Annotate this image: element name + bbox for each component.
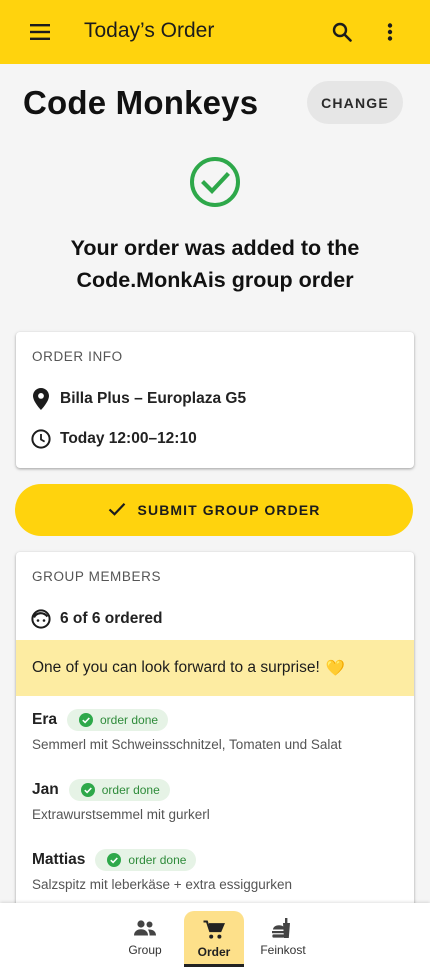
member-name: Era [32, 711, 57, 728]
group-members-card: GROUP MEMBERS 6 of 6 ordered One of you … [16, 552, 414, 922]
check-icon [108, 502, 126, 519]
submit-label: SUBMIT GROUP ORDER [137, 502, 321, 518]
status-badge: order done [68, 779, 170, 801]
member-order: Semmerl mit Schweinsschnitzel, Tomaten u… [32, 737, 342, 752]
check-circle-icon [107, 853, 122, 867]
nav-label: Order [197, 945, 231, 959]
status-label: order done [128, 853, 187, 867]
menu-icon[interactable] [22, 20, 58, 44]
location-row: Billa Plus – Europlaza G5 [30, 388, 246, 410]
member-item[interactable]: Era order done Semmerl mit Schweinsschni… [32, 708, 402, 752]
check-circle-icon [80, 783, 95, 797]
order-info-card: ORDER INFO Billa Plus – Europlaza G5 Tod… [16, 332, 414, 468]
member-item[interactable]: Jan order done Extrawurstsemmel mit gurk… [32, 778, 402, 822]
app-bar: Today’s Order [0, 0, 430, 64]
status-label: order done [101, 783, 160, 797]
group-name: Code Monkeys [23, 84, 259, 121]
member-order: Extrawurstsemmel mit gurkerl [32, 807, 210, 822]
order-count-text: 6 of 6 ordered [60, 610, 163, 627]
nav-item-group[interactable]: Group [115, 903, 175, 967]
group-icon [133, 917, 157, 939]
page-title: Today’s Order [84, 19, 215, 42]
nav-label: Feinkost [260, 943, 306, 957]
time-row: Today 12:00–12:10 [30, 428, 197, 450]
check-circle-icon [79, 713, 93, 727]
status-badge: order done [67, 709, 169, 731]
time-text: Today 12:00–12:10 [60, 430, 197, 447]
food-icon [271, 917, 295, 939]
surprise-text: One of you can look forward to a surpris… [32, 659, 320, 676]
nav-item-feinkost[interactable]: Feinkost [253, 903, 313, 967]
group-members-header: GROUP MEMBERS [32, 569, 162, 584]
check-circle-icon [189, 156, 241, 208]
location-text: Billa Plus – Europlaza G5 [60, 390, 247, 407]
yellow-heart-icon: 💛 [325, 659, 346, 677]
search-icon[interactable] [328, 18, 356, 46]
order-count-row: 6 of 6 ordered [30, 608, 163, 630]
member-name: Jan [32, 781, 59, 798]
status-label: order done [100, 713, 159, 727]
order-info-header: ORDER INFO [32, 349, 123, 364]
location-pin-icon [30, 388, 52, 410]
cart-icon [203, 919, 225, 941]
bottom-navigation: Group Order Feinkost [0, 903, 430, 967]
member-name: Mattias [32, 851, 86, 868]
surprise-banner: One of you can look forward to a surpris… [16, 640, 414, 696]
member-item[interactable]: Mattias order done Salzspitz mit leberkä… [32, 848, 402, 892]
member-order: Salzspitz mit leberkäse + extra essiggur… [32, 877, 292, 892]
more-vert-icon[interactable] [378, 18, 402, 46]
success-message: Your order was added to the Code.MonkAis… [70, 236, 360, 292]
nav-label: Group [128, 943, 162, 957]
clock-icon [30, 428, 52, 450]
nav-item-order[interactable]: Order [184, 911, 244, 967]
change-group-button[interactable]: CHANGE [307, 81, 403, 124]
face-icon [30, 608, 52, 630]
status-badge: order done [95, 849, 197, 871]
submit-group-order-button[interactable]: SUBMIT GROUP ORDER [15, 484, 413, 536]
